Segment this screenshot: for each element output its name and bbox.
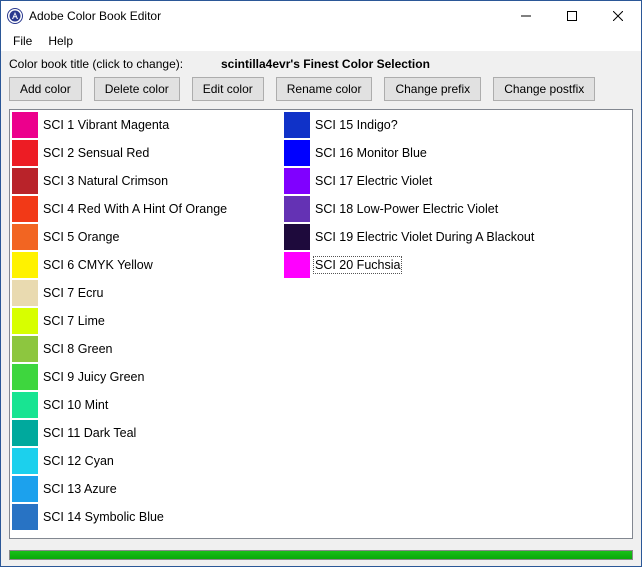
color-label: SCI 6 CMYK Yellow [41, 256, 155, 274]
window-title: Adobe Color Book Editor [29, 9, 503, 23]
color-item[interactable]: SCI 2 Sensual Red [12, 139, 284, 167]
color-item[interactable]: SCI 12 Cyan [12, 447, 284, 475]
menubar: File Help [1, 31, 641, 51]
color-swatch [284, 112, 310, 138]
color-label: SCI 11 Dark Teal [41, 424, 138, 442]
rename-color-button[interactable]: Rename color [276, 77, 373, 101]
color-swatch [12, 224, 38, 250]
color-swatch [284, 196, 310, 222]
color-swatch [12, 476, 38, 502]
book-title-label: Color book title (click to change): [9, 57, 221, 71]
menu-file[interactable]: File [5, 32, 40, 50]
color-item[interactable]: SCI 5 Orange [12, 223, 284, 251]
color-swatch [12, 252, 38, 278]
color-item[interactable]: SCI 14 Symbolic Blue [12, 503, 284, 531]
maximize-button[interactable] [549, 1, 595, 31]
color-label: SCI 20 Fuchsia [313, 256, 402, 274]
window-controls [503, 1, 641, 31]
color-item[interactable]: SCI 10 Mint [12, 391, 284, 419]
color-swatch [12, 280, 38, 306]
color-label: SCI 10 Mint [41, 396, 110, 414]
delete-color-button[interactable]: Delete color [94, 77, 180, 101]
color-swatch [12, 420, 38, 446]
color-label: SCI 4 Red With A Hint Of Orange [41, 200, 229, 218]
color-label: SCI 13 Azure [41, 480, 119, 498]
color-swatch [12, 196, 38, 222]
close-button[interactable] [595, 1, 641, 31]
minimize-button[interactable] [503, 1, 549, 31]
toolbar: Add color Delete color Edit color Rename… [9, 77, 633, 101]
color-label: SCI 7 Lime [41, 312, 107, 330]
color-item[interactable]: SCI 20 Fuchsia [284, 251, 556, 279]
color-label: SCI 1 Vibrant Magenta [41, 116, 171, 134]
color-swatch [12, 308, 38, 334]
color-label: SCI 18 Low-Power Electric Violet [313, 200, 500, 218]
color-label: SCI 15 Indigo? [313, 116, 400, 134]
book-title-row: Color book title (click to change): scin… [9, 57, 633, 71]
color-item[interactable]: SCI 17 Electric Violet [284, 167, 556, 195]
color-item[interactable]: SCI 4 Red With A Hint Of Orange [12, 195, 284, 223]
color-item[interactable]: SCI 16 Monitor Blue [284, 139, 556, 167]
edit-color-button[interactable]: Edit color [192, 77, 264, 101]
color-item[interactable]: SCI 11 Dark Teal [12, 419, 284, 447]
color-swatch [12, 140, 38, 166]
color-item[interactable]: SCI 13 Azure [12, 475, 284, 503]
color-label: SCI 7 Ecru [41, 284, 105, 302]
color-label: SCI 9 Juicy Green [41, 368, 146, 386]
titlebar: Adobe Color Book Editor [1, 1, 641, 31]
color-item[interactable]: SCI 7 Lime [12, 307, 284, 335]
color-swatch [12, 448, 38, 474]
color-label: SCI 14 Symbolic Blue [41, 508, 166, 526]
add-color-button[interactable]: Add color [9, 77, 82, 101]
color-swatch [12, 112, 38, 138]
status-bar [9, 550, 633, 560]
color-label: SCI 5 Orange [41, 228, 121, 246]
color-list[interactable]: SCI 1 Vibrant Magenta SCI 2 Sensual Red SC… [9, 109, 633, 539]
color-item[interactable]: SCI 8 Green [12, 335, 284, 363]
color-swatch [12, 504, 38, 530]
client-area: Color book title (click to change): scin… [1, 51, 641, 566]
color-label: SCI 16 Monitor Blue [313, 144, 429, 162]
color-swatch [284, 140, 310, 166]
color-label: SCI 17 Electric Violet [313, 172, 434, 190]
color-item[interactable]: SCI 18 Low-Power Electric Violet [284, 195, 556, 223]
color-item[interactable]: SCI 9 Juicy Green [12, 363, 284, 391]
color-swatch [284, 168, 310, 194]
color-item[interactable]: SCI 6 CMYK Yellow [12, 251, 284, 279]
change-prefix-button[interactable]: Change prefix [384, 77, 481, 101]
menu-help[interactable]: Help [40, 32, 81, 50]
color-swatch [284, 224, 310, 250]
color-label: SCI 8 Green [41, 340, 114, 358]
color-swatch [12, 336, 38, 362]
color-swatch [12, 168, 38, 194]
color-swatch [12, 392, 38, 418]
color-label: SCI 19 Electric Violet During A Blackout [313, 228, 536, 246]
color-item[interactable]: SCI 1 Vibrant Magenta [12, 111, 284, 139]
book-title-value[interactable]: scintilla4evr's Finest Color Selection [221, 57, 430, 71]
color-swatch [12, 364, 38, 390]
color-item[interactable]: SCI 19 Electric Violet During A Blackout [284, 223, 556, 251]
color-item[interactable]: SCI 7 Ecru [12, 279, 284, 307]
color-item[interactable]: SCI 15 Indigo? [284, 111, 556, 139]
app-icon [7, 8, 23, 24]
color-label: SCI 3 Natural Crimson [41, 172, 170, 190]
color-swatch [284, 252, 310, 278]
color-label: SCI 12 Cyan [41, 452, 116, 470]
color-item[interactable]: SCI 3 Natural Crimson [12, 167, 284, 195]
color-label: SCI 2 Sensual Red [41, 144, 151, 162]
change-postfix-button[interactable]: Change postfix [493, 77, 595, 101]
